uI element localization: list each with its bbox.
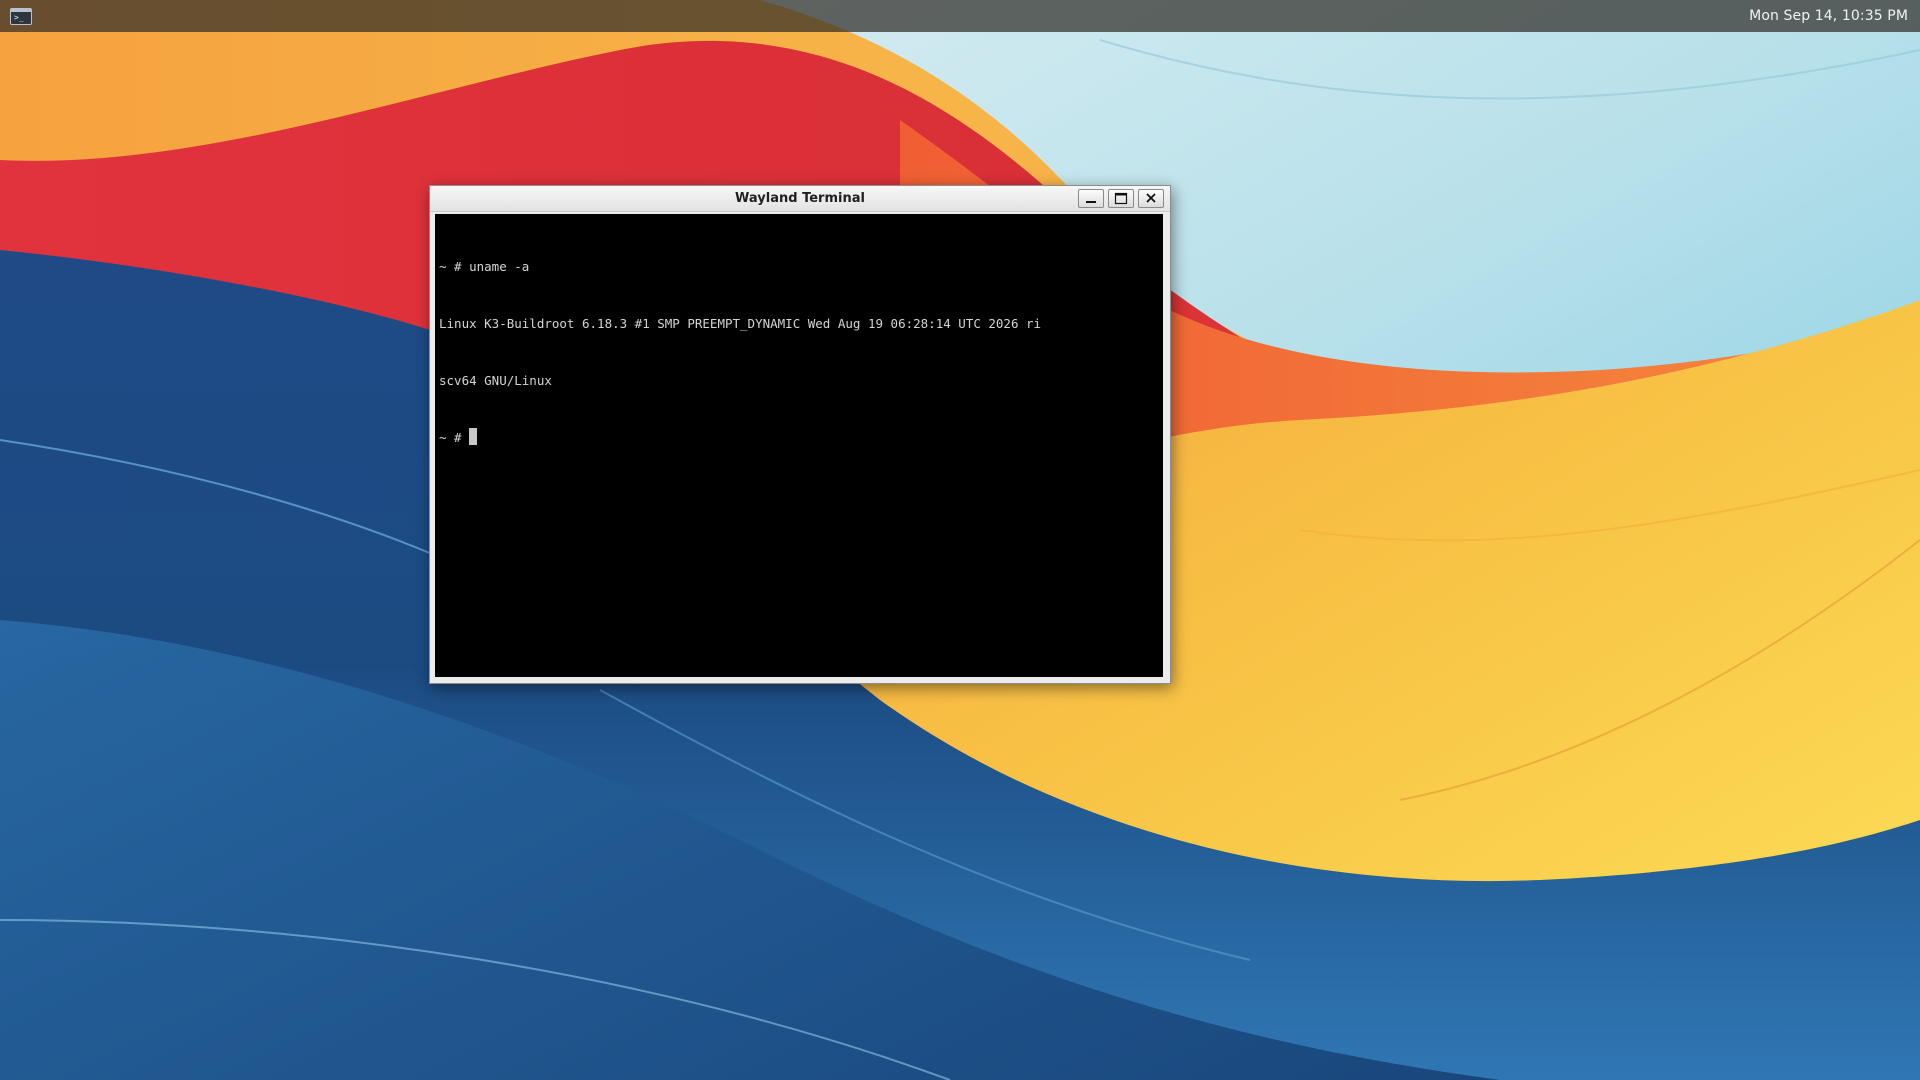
terminal-cursor — [469, 428, 478, 445]
terminal-line: Linux K3-Buildroot 6.18.3 #1 SMP PREEMPT… — [439, 316, 1042, 331]
terminal-prompt-line: ~ # — [439, 428, 1159, 447]
terminal-prompt: ~ # — [439, 430, 470, 445]
top-panel: >_ Mon Sep 14, 10:35 PM — [0, 0, 1920, 32]
panel-clock[interactable]: Mon Sep 14, 10:35 PM — [1749, 8, 1908, 24]
terminal-output[interactable]: ~ # uname -a Linux K3-Buildroot 6.18.3 #… — [435, 214, 1163, 677]
close-icon — [1146, 193, 1156, 203]
maximize-button[interactable] — [1108, 189, 1134, 208]
window-titlebar[interactable]: Wayland Terminal — [430, 186, 1170, 212]
minimize-button[interactable] — [1078, 189, 1104, 208]
desktop: >_ Mon Sep 14, 10:35 PM Wayland Terminal — [0, 0, 1920, 1080]
close-button[interactable] — [1138, 189, 1164, 208]
terminal-line: ~ # uname -a — [439, 259, 530, 274]
minimize-icon — [1086, 201, 1096, 203]
terminal-window[interactable]: Wayland Terminal ~ # uname -a Linux K3-B… — [429, 185, 1171, 684]
launcher-icon-glyph: >_ — [14, 12, 24, 22]
window-title: Wayland Terminal — [735, 191, 865, 206]
maximize-icon — [1114, 192, 1128, 205]
launcher-icon-titlebar — [11, 8, 31, 12]
terminal-line: scv64 GNU/Linux — [439, 373, 552, 388]
terminal-launcher-icon[interactable]: >_ — [10, 7, 32, 25]
